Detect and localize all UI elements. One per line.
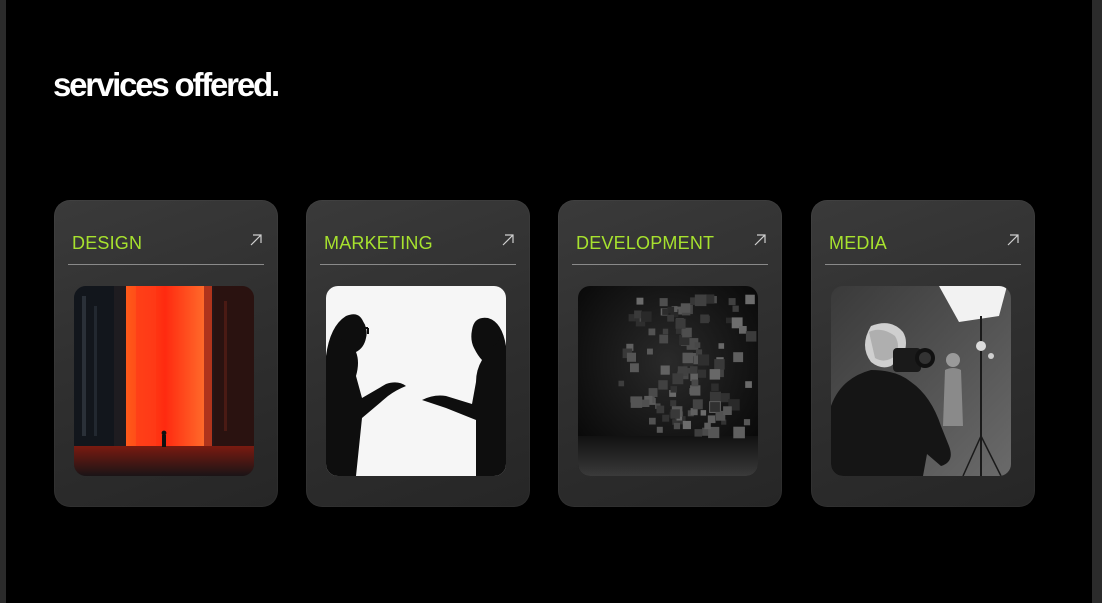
page-frame: services offered. DESIGN MARKETING DEVEL… (6, 0, 1092, 603)
pixel-cube (718, 343, 725, 349)
pixel-cube (709, 391, 721, 403)
arrow-up-right-icon[interactable] (1005, 232, 1021, 248)
pixel-cube (690, 385, 701, 396)
pixel-cube (739, 326, 747, 334)
pixel-cube (745, 294, 755, 305)
pixel-cube (733, 426, 745, 439)
arrow-up-right-icon[interactable] (500, 232, 516, 248)
pixel-cube (711, 383, 719, 391)
pixel-cube (707, 415, 716, 424)
pixel-cube (714, 359, 725, 370)
pixel-cube (690, 366, 698, 374)
card-title: DEVELOPMENT (576, 233, 715, 253)
pixel-cube (670, 400, 677, 407)
pixel-cube (656, 426, 663, 433)
card-title: MEDIA (829, 233, 888, 253)
pixel-cube (648, 328, 656, 336)
page-title: services offered. (53, 66, 280, 103)
pixel-cube (698, 354, 710, 366)
pixel-cube (649, 417, 656, 425)
pixel-cube (634, 310, 642, 319)
card-title: DESIGN (72, 233, 143, 253)
card-header: MARKETING (320, 230, 516, 265)
pixel-cube (709, 369, 721, 380)
pixel-cube (667, 306, 675, 314)
pixel-cube (670, 409, 680, 419)
pixel-cube (636, 297, 644, 305)
pixel-cube (660, 365, 670, 375)
pixel-cube (659, 334, 669, 344)
card-header: DEVELOPMENT (572, 230, 768, 265)
pixel-cube (630, 363, 639, 373)
pixel-cube (658, 380, 668, 390)
pixel-cube (648, 388, 658, 397)
pixel-cube (680, 303, 691, 313)
pixel-cube (647, 348, 653, 355)
pixel-cube (726, 317, 732, 324)
pixel-cube (662, 414, 670, 422)
pixel-cube (692, 399, 703, 410)
pixel-cube (733, 352, 744, 363)
pixel-cube (641, 311, 652, 322)
pixel-cube (694, 342, 701, 348)
arrow-up-right-icon[interactable] (248, 232, 264, 248)
pixel-cube (697, 369, 707, 378)
pixel-cube (659, 298, 668, 307)
card-header: MEDIA (825, 230, 1021, 265)
service-card-media[interactable]: MEDIA (811, 200, 1035, 507)
card-title: MARKETING (324, 233, 433, 253)
pixel-cube (670, 386, 677, 393)
pixel-cube (662, 328, 669, 335)
pixel-cube (682, 420, 691, 430)
service-card-development[interactable]: DEVELOPMENT (558, 200, 782, 507)
pixel-cube (694, 294, 707, 307)
pixel-cube (745, 381, 752, 388)
pixel-cube (691, 379, 699, 387)
pixel-cube (672, 373, 684, 385)
pixel-cube (662, 308, 669, 315)
pixel-cube (642, 399, 650, 407)
pixel-cube (656, 405, 665, 414)
pixel-cube (667, 314, 674, 322)
pixel-cube (743, 419, 751, 426)
pixel-cube (710, 402, 720, 412)
service-card-design[interactable]: DESIGN (54, 200, 278, 507)
pixel-cube (694, 429, 702, 437)
pixel-cube (700, 314, 709, 324)
pixel-cube (728, 298, 736, 306)
pixel-cube (723, 406, 732, 415)
arrow-up-right-icon[interactable] (752, 232, 768, 248)
pixel-cube (732, 305, 739, 312)
pixel-cube (626, 352, 636, 362)
pixel-cube (700, 410, 707, 416)
pixel-cube (618, 380, 625, 387)
pixel-cube (673, 422, 681, 430)
red-corridor-figure-image (74, 286, 254, 476)
pixel-cube (682, 327, 692, 338)
photographer-studio-image (831, 286, 1011, 476)
service-card-marketing[interactable]: MARKETING (306, 200, 530, 507)
card-header: DESIGN (68, 230, 264, 265)
two-silhouettes-talking-image (326, 286, 506, 476)
pixel-cube (630, 396, 643, 408)
pixel-cube (682, 352, 693, 364)
pixel-cube (675, 318, 686, 329)
pixel-cube (704, 422, 711, 430)
pixel-cube (745, 331, 757, 342)
pixel-cubes-dissolving-image (578, 286, 758, 476)
